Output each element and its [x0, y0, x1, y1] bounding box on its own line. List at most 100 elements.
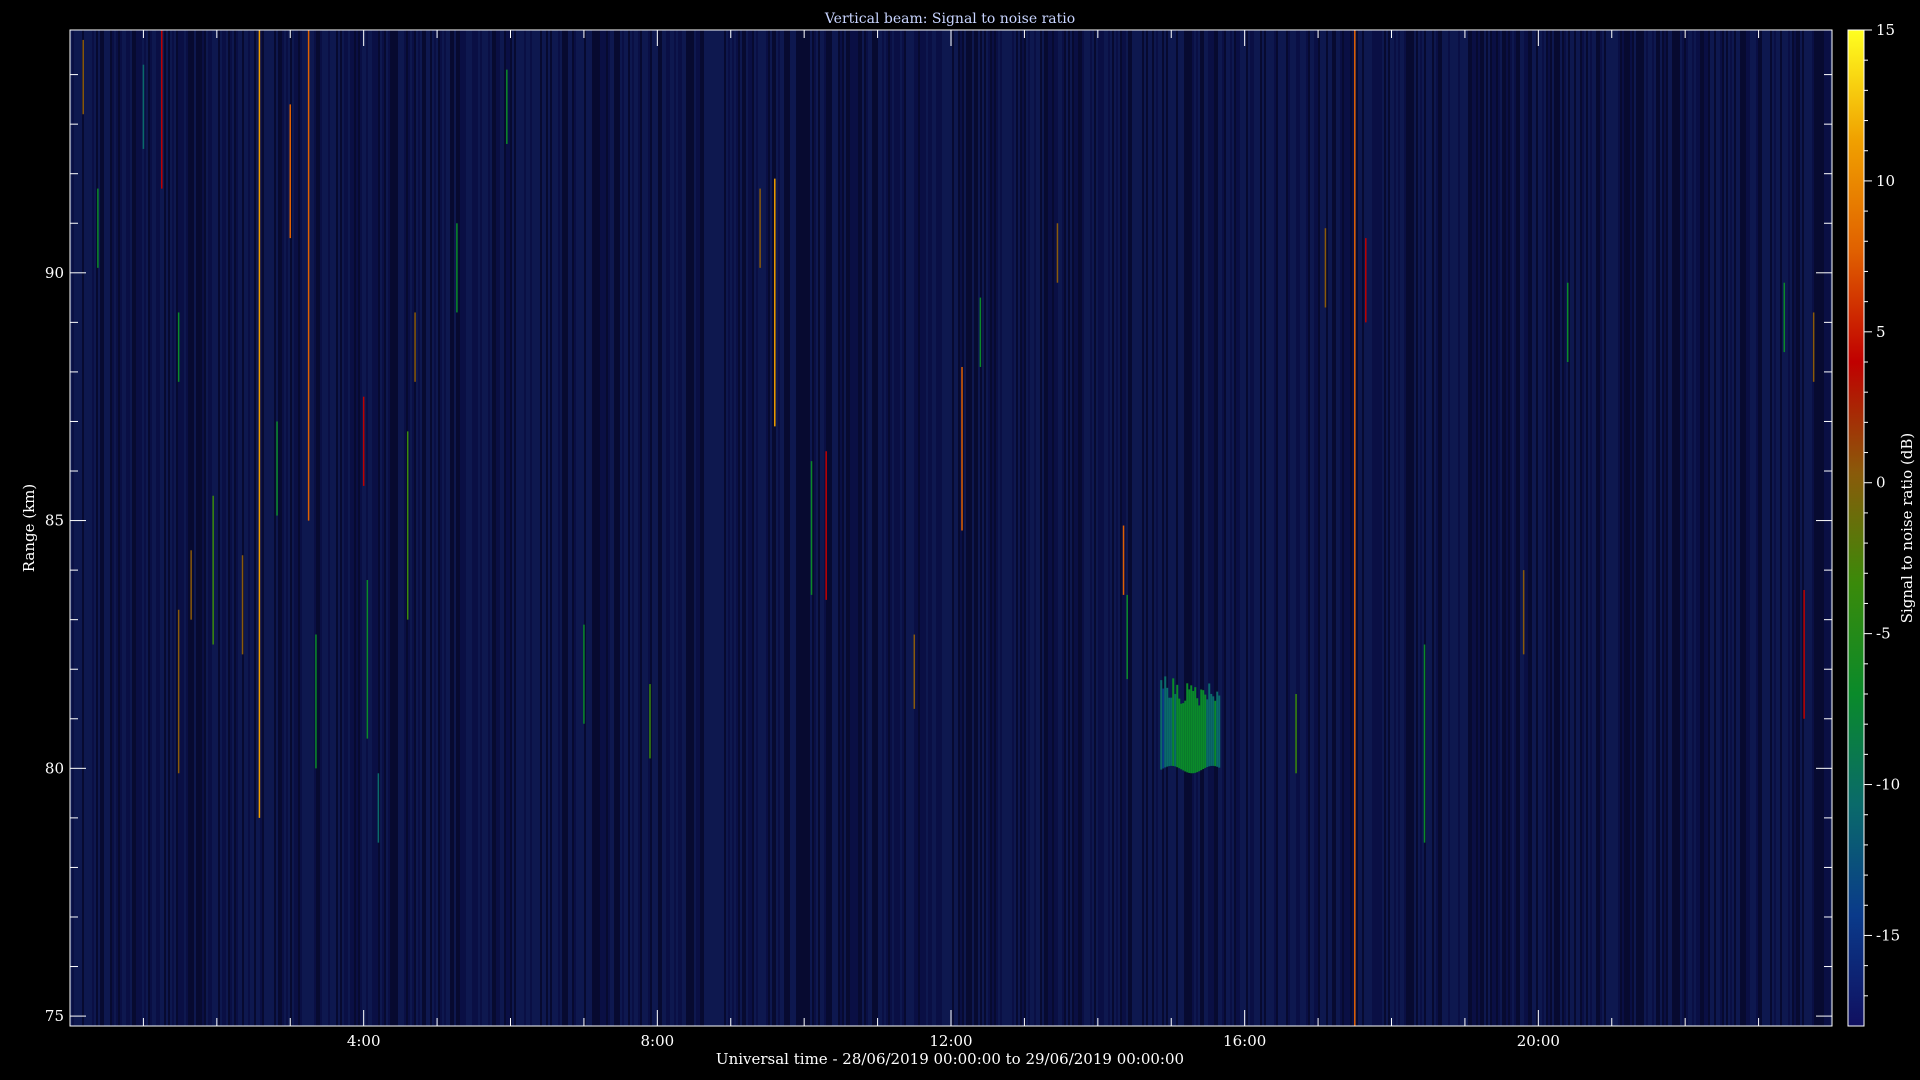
noise-column — [1444, 30, 1446, 1026]
noise-column — [566, 30, 568, 1026]
noise-column — [808, 30, 810, 1026]
noise-column — [1294, 30, 1296, 1026]
noise-column — [1006, 30, 1008, 1026]
noise-column — [1098, 30, 1100, 1026]
noise-column — [806, 30, 808, 1026]
noise-column — [1178, 30, 1180, 1026]
noise-column — [724, 30, 726, 1026]
noise-column — [1336, 30, 1338, 1026]
noise-column — [1468, 30, 1470, 1026]
noise-column — [988, 30, 990, 1026]
noise-column — [1440, 30, 1442, 1026]
noise-column — [86, 30, 88, 1026]
noise-column — [346, 30, 348, 1026]
noise-column — [456, 30, 458, 1026]
noise-column — [726, 30, 728, 1026]
noise-column — [854, 30, 856, 1026]
noise-column — [1454, 30, 1456, 1026]
noise-column — [344, 30, 346, 1026]
noise-column — [1796, 30, 1798, 1026]
noise-column — [1760, 30, 1762, 1026]
noise-column — [1164, 30, 1166, 1026]
noise-column — [1494, 30, 1496, 1026]
noise-column — [1216, 30, 1218, 1026]
noise-column — [872, 30, 874, 1026]
noise-column — [1418, 30, 1420, 1026]
noise-column — [1176, 30, 1178, 1026]
noise-column — [238, 30, 240, 1026]
x-tick-label: 20:00 — [1517, 1032, 1560, 1050]
noise-column — [1720, 30, 1722, 1026]
noise-column — [1438, 30, 1440, 1026]
noise-column — [1284, 30, 1286, 1026]
noise-column — [392, 30, 394, 1026]
noise-column — [124, 30, 126, 1026]
noise-column — [490, 30, 492, 1026]
noise-column — [1222, 30, 1224, 1026]
noise-column — [1292, 30, 1294, 1026]
noise-column — [1588, 30, 1590, 1026]
noise-column — [922, 30, 924, 1026]
noise-column — [232, 30, 234, 1026]
noise-column — [1722, 30, 1724, 1026]
noise-column — [708, 30, 710, 1026]
noise-column — [1288, 30, 1290, 1026]
noise-column — [1064, 30, 1066, 1026]
noise-column — [1406, 30, 1408, 1026]
noise-column — [1260, 30, 1262, 1026]
noise-column — [1656, 30, 1658, 1026]
noise-column — [152, 30, 154, 1026]
noise-column — [1492, 30, 1494, 1026]
noise-column — [1054, 30, 1056, 1026]
noise-column — [382, 30, 384, 1026]
noise-column — [964, 30, 966, 1026]
noise-column — [266, 30, 268, 1026]
noise-column — [556, 30, 558, 1026]
noise-column — [714, 30, 716, 1026]
noise-column — [1562, 30, 1564, 1026]
noise-column — [1416, 30, 1418, 1026]
noise-column — [1822, 30, 1824, 1026]
noise-column — [420, 30, 422, 1026]
noise-column — [178, 30, 180, 1026]
noise-column — [376, 30, 378, 1026]
noise-column — [716, 30, 718, 1026]
noise-column — [966, 30, 968, 1026]
noise-column — [1590, 30, 1592, 1026]
noise-column — [1814, 30, 1816, 1026]
noise-column — [580, 30, 582, 1026]
noise-column — [448, 30, 450, 1026]
noise-column — [684, 30, 686, 1026]
noise-column — [418, 30, 420, 1026]
noise-column — [1442, 30, 1444, 1026]
noise-column — [98, 30, 100, 1026]
noise-column — [168, 30, 170, 1026]
noise-column — [500, 30, 502, 1026]
noise-column — [1096, 30, 1098, 1026]
noise-column — [720, 30, 722, 1026]
noise-column — [1372, 30, 1374, 1026]
noise-column — [1628, 30, 1630, 1026]
y-tick-label: 80 — [45, 759, 64, 777]
noise-column — [612, 30, 614, 1026]
noise-column — [1112, 30, 1114, 1026]
noise-column — [1320, 30, 1322, 1026]
noise-column — [1524, 30, 1526, 1026]
noise-column — [870, 30, 872, 1026]
noise-column — [1090, 30, 1092, 1026]
noise-column — [134, 30, 136, 1026]
noise-column — [1212, 30, 1214, 1026]
noise-column — [336, 30, 338, 1026]
noise-column — [558, 30, 560, 1026]
noise-column — [636, 30, 638, 1026]
noise-column — [1536, 30, 1538, 1026]
noise-column — [1692, 30, 1694, 1026]
noise-column — [1306, 30, 1308, 1026]
noise-column — [1114, 30, 1116, 1026]
noise-column — [1202, 30, 1204, 1026]
noise-column — [894, 30, 896, 1026]
noise-column — [1332, 30, 1334, 1026]
noise-column — [652, 30, 654, 1026]
noise-column — [1170, 30, 1172, 1026]
noise-column — [196, 30, 198, 1026]
